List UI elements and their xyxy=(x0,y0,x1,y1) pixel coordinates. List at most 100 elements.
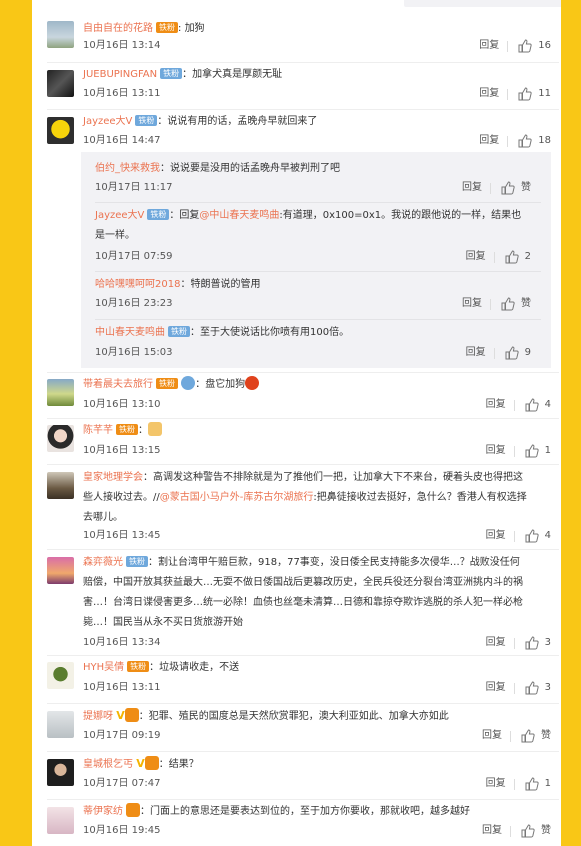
comment-actions: 回复 赞 xyxy=(482,824,551,838)
fan-badge: 铁粉 xyxy=(127,661,150,672)
thumbs-up-icon[interactable] xyxy=(501,181,515,195)
comment-actions: 回复 赞 xyxy=(482,729,551,743)
avatar[interactable] xyxy=(47,759,74,786)
reply-button[interactable]: 回复 xyxy=(486,529,506,543)
timestamp: 10月16日 13:14 xyxy=(83,40,161,51)
sub-reply-item: Jayzee大V 铁粉 ：回复@中山春天麦鸣曲:有道理，0x100=0x1。我说的跟… xyxy=(95,202,541,264)
comment-item: 陈芊芊 铁粉： 10月16日 13:15 回复 1 xyxy=(47,418,559,462)
mention-link[interactable]: @蒙古国小马户外-库苏古尔湖旅行 xyxy=(160,492,314,503)
thumbs-up-icon[interactable] xyxy=(521,824,535,838)
username[interactable]: Jayzee大V xyxy=(83,116,132,127)
reply-button[interactable]: 回复 xyxy=(486,681,506,695)
reply-button[interactable]: 回复 xyxy=(486,636,506,650)
avatar[interactable] xyxy=(47,662,74,689)
fan-badge: 铁粉 xyxy=(156,22,178,33)
thumbs-up-icon[interactable] xyxy=(505,346,519,360)
timestamp: 10月16日 13:10 xyxy=(83,399,161,410)
avatar[interactable] xyxy=(47,472,74,499)
username[interactable]: 陈芊芊 xyxy=(83,425,113,436)
top-reply-strip xyxy=(404,0,561,7)
reply-button[interactable]: 回复 xyxy=(479,134,499,148)
thumbs-up-emoji-icon xyxy=(148,422,162,436)
avatar[interactable] xyxy=(47,425,74,452)
reply-button[interactable]: 回复 xyxy=(482,729,502,743)
reply-button[interactable]: 回复 xyxy=(486,398,506,412)
reply-body: 伯约_快来救我：说说要是没用的话孟晚舟早被判刑了吧 xyxy=(95,163,340,174)
username[interactable]: HYH吴倩 xyxy=(83,662,124,673)
comment-actions: 回复 18 xyxy=(479,134,551,148)
username[interactable]: 提娜呀 xyxy=(83,711,113,722)
comment-actions: 回复 1 xyxy=(486,777,551,791)
username[interactable]: 蒂伊家纺 xyxy=(83,806,123,817)
reply-button[interactable]: 回复 xyxy=(479,87,499,101)
username[interactable]: 带着晨夫去旅行 xyxy=(83,379,153,390)
like-count: 赞 xyxy=(541,825,551,836)
avatar[interactable] xyxy=(47,711,74,738)
username[interactable]: 哈哈嘿嘿呵呵2018 xyxy=(95,279,180,290)
comment-actions: 回复 4 xyxy=(486,398,551,412)
avatar[interactable] xyxy=(47,70,74,97)
member-icon xyxy=(124,708,139,722)
reply-button[interactable]: 回复 xyxy=(466,250,486,264)
divider xyxy=(493,347,495,359)
username[interactable]: 自由自在的花路 xyxy=(83,23,153,34)
fan-badge: 铁粉 xyxy=(156,378,178,389)
reply-actions: 回复 2 xyxy=(466,250,531,264)
comment-item: 皇城根乞丐 V ：结果？ 10月17日 07:47 回复 1 xyxy=(47,751,559,794)
thumbs-up-icon[interactable] xyxy=(518,39,532,53)
username[interactable]: 森弈薇光 xyxy=(83,557,123,568)
comment-item: 自由自在的花路 铁粉: 加狗 10月16日 13:14 回复 16 xyxy=(47,17,559,57)
username[interactable]: 中山春天麦鸣曲 xyxy=(95,327,165,338)
reply-text: 说说要是没用的话孟晚舟早被判刑了吧 xyxy=(170,163,340,174)
avatar[interactable] xyxy=(47,379,74,406)
like-count: 赞 xyxy=(521,182,531,193)
username[interactable]: Jayzee大V xyxy=(95,210,144,221)
timestamp: 10月16日 13:45 xyxy=(83,530,161,541)
thumbs-up-icon[interactable] xyxy=(525,398,539,412)
comment-text: 加狗 xyxy=(184,23,205,34)
comment-list-lower: 带着晨夫去旅行 铁粉 ：盘它加狗 10月16日 13:10 回复 4 陈芊芊 铁粉：… xyxy=(32,368,561,846)
reply-button[interactable]: 回复 xyxy=(462,297,482,311)
comment-text: 盘它加狗 xyxy=(205,379,246,390)
reply-button[interactable]: 回复 xyxy=(482,824,502,838)
comment-body: 带着晨夫去旅行 铁粉 ：盘它加狗 xyxy=(83,375,551,395)
thumbs-up-icon[interactable] xyxy=(501,297,515,311)
reply-body: Jayzee大V 铁粉 ：回复@中山春天麦鸣曲:有道理，0x100=0x1。我说的跟… xyxy=(95,209,522,241)
reply-button[interactable]: 回复 xyxy=(486,444,506,458)
avatar[interactable] xyxy=(47,117,74,144)
comment-body: 提娜呀 V ：犯罪、殖民的国度总是天然欣赏罪犯，澳大利亚如此、加拿大亦如此 xyxy=(83,708,449,722)
thumbs-up-icon[interactable] xyxy=(525,681,539,695)
reply-button[interactable]: 回复 xyxy=(466,346,486,360)
thumbs-up-icon[interactable] xyxy=(505,250,519,264)
sub-reply-item: 中山春天麦鸣曲 铁粉 ：至于大使说话比你喷有用100倍。 10月16日 15:03 … xyxy=(95,319,541,364)
timestamp: 10月16日 13:11 xyxy=(83,88,161,99)
username[interactable]: 伯约_快来救我 xyxy=(95,163,160,174)
emoji-icon xyxy=(245,376,260,390)
like-count: 16 xyxy=(538,40,551,51)
timestamp: 10月16日 13:34 xyxy=(83,637,161,648)
username[interactable]: 皇城根乞丐 xyxy=(83,759,133,770)
thumbs-up-icon[interactable] xyxy=(525,777,539,791)
reply-button[interactable]: 回复 xyxy=(486,777,506,791)
thumbs-up-icon[interactable] xyxy=(518,134,532,148)
divider xyxy=(513,530,515,542)
thumbs-up-icon[interactable] xyxy=(518,87,532,101)
username[interactable]: 皇家地理学会 xyxy=(83,472,143,483)
reply-button[interactable]: 回复 xyxy=(479,39,499,53)
timestamp: 10月17日 11:17 xyxy=(95,182,173,193)
mention-link[interactable]: @中山春天麦鸣曲 xyxy=(199,210,279,221)
like-count: 赞 xyxy=(541,730,551,741)
avatar[interactable] xyxy=(47,557,74,584)
avatar[interactable] xyxy=(47,807,74,834)
comment-item: 蒂伊家纺 ：门面上的意思还是要表达到位的，至于加方你要收，那就收吧，越多越好 10… xyxy=(47,799,559,846)
thumbs-up-icon[interactable] xyxy=(525,444,539,458)
comment-item: JUEBUPINGFAN 铁粉 ：加拿犬真是厚颜无耻 10月16日 13:11 回复… xyxy=(47,62,559,106)
avatar[interactable] xyxy=(47,21,74,48)
thumbs-up-icon[interactable] xyxy=(521,729,535,743)
thumbs-up-icon[interactable] xyxy=(525,636,539,650)
reply-button[interactable]: 回复 xyxy=(462,181,482,195)
like-count: 4 xyxy=(544,530,551,541)
thumbs-up-icon[interactable] xyxy=(525,529,539,543)
comment-text: 垃圾请收走，不送 xyxy=(159,662,240,673)
username[interactable]: JUEBUPINGFAN xyxy=(83,69,157,80)
